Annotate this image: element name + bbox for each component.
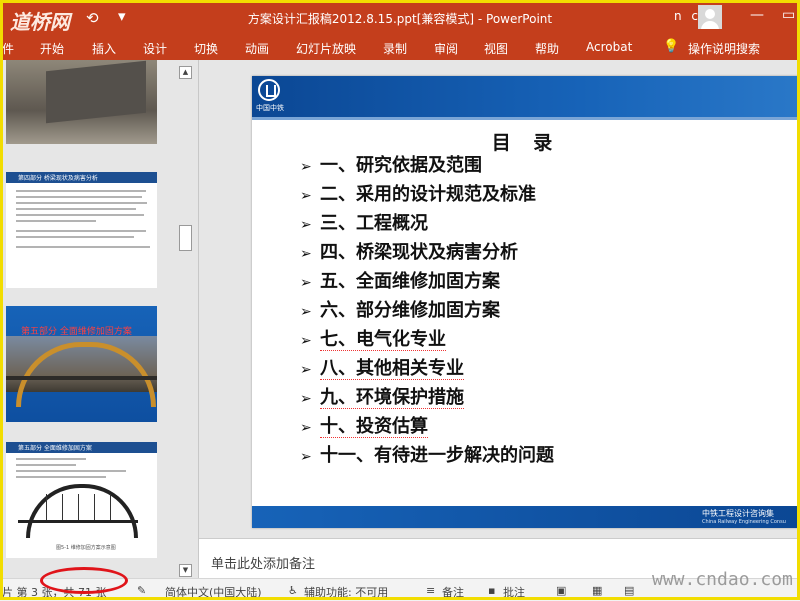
toc-item[interactable]: ➢ 四、桥梁现状及病害分析 xyxy=(300,241,554,270)
current-slide[interactable]: 中国中铁 目 录 ➢ 一、研究依据及范围 ➢ 二、采用的设计规范及标准 ➢ 三、工程概… xyxy=(252,76,800,528)
notes-placeholder[interactable]: 单击此处添加备注 xyxy=(211,553,315,572)
tab-home[interactable]: 开始 xyxy=(40,40,64,57)
minimize-icon[interactable]: — xyxy=(750,7,764,23)
arrow-bullet-icon: ➢ xyxy=(300,304,312,320)
tell-me-search[interactable]: 操作说明搜索 xyxy=(688,40,760,57)
accessibility-status[interactable]: 辅助功能: 不可用 xyxy=(304,584,388,600)
toc-item[interactable]: ➢ 八、其他相关专业 xyxy=(300,357,554,386)
tab-acrobat[interactable]: Acrobat xyxy=(586,40,632,54)
slide-thumbnail[interactable]: 第四部分 桥梁现状及病害分析 xyxy=(6,172,157,288)
thumbnail-scrollbar[interactable]: ▲ ▼ xyxy=(177,64,195,578)
footer-company-en: China Railway Engineering Consu xyxy=(702,519,786,525)
toc-item[interactable]: ➢ 六、部分维修加固方案 xyxy=(300,299,554,328)
normal-view-icon[interactable]: ▣ xyxy=(556,584,566,597)
slide-thumbnail-pane[interactable]: 第四部分 桥梁现状及病害分析 第五部分 全面维修加固方案 第五部分 全面维修加固… xyxy=(0,60,175,578)
tab-transitions[interactable]: 切换 xyxy=(194,40,218,57)
arrow-bullet-icon: ➢ xyxy=(300,217,312,233)
lightbulb-icon: 💡 xyxy=(663,39,680,54)
arrow-bullet-icon: ➢ xyxy=(300,275,312,291)
toc-item[interactable]: ➢ 五、全面维修加固方案 xyxy=(300,270,554,299)
slide-thumbnail[interactable] xyxy=(6,60,157,144)
slide-title[interactable]: 目 录 xyxy=(252,128,800,155)
toc-item[interactable]: ➢ 七、电气化专业 xyxy=(300,328,554,357)
crec-logo-icon xyxy=(258,79,280,101)
tab-record[interactable]: 录制 xyxy=(383,40,407,57)
toc-item[interactable]: ➢ 十、投资估算 xyxy=(300,415,554,444)
title-bar: 道桥网 ⟲ ▾ 方案设计汇报稿2012.8.15.ppt[兼容模式] - Pow… xyxy=(0,0,800,36)
comments-icon[interactable]: ▪ xyxy=(488,584,495,597)
footer-company-cn: 中铁工程设计咨询集 xyxy=(702,509,774,518)
slide-header-band xyxy=(252,76,800,117)
arrow-bullet-icon: ➢ xyxy=(300,159,312,175)
red-highlight-circle xyxy=(40,567,128,594)
scroll-down-button[interactable]: ▼ xyxy=(179,564,192,577)
toc-item[interactable]: ➢ 三、工程概况 xyxy=(300,212,554,241)
spelling-icon[interactable]: ✎ xyxy=(137,584,146,597)
tab-insert[interactable]: 插入 xyxy=(92,40,116,57)
toc-item[interactable]: ➢ 九、环境保护措施 xyxy=(300,386,554,415)
tab-file[interactable]: 件 xyxy=(2,40,14,57)
tab-design[interactable]: 设计 xyxy=(143,40,167,57)
toc-item[interactable]: ➢ 一、研究依据及范围 xyxy=(300,154,554,183)
user-name[interactable]: n c xyxy=(674,9,701,23)
ribbon-tabs: 件 开始 插入 设计 切换 动画 幻灯片放映 录制 审阅 视图 帮助 Acrob… xyxy=(0,36,800,60)
accessibility-icon[interactable]: ♿ xyxy=(288,584,298,597)
arrow-bullet-icon: ➢ xyxy=(300,333,312,349)
comments-button[interactable]: 批注 xyxy=(503,584,525,600)
arrow-bullet-icon: ➢ xyxy=(300,188,312,204)
thumb-caption: 图5-1 维修加固方案示意图 xyxy=(56,545,116,551)
tab-help[interactable]: 帮助 xyxy=(535,40,559,57)
arrow-bullet-icon: ➢ xyxy=(300,391,312,407)
toc-item[interactable]: ➢ 二、采用的设计规范及标准 xyxy=(300,183,554,212)
toc-list[interactable]: ➢ 一、研究依据及范围 ➢ 二、采用的设计规范及标准 ➢ 三、工程概况 ➢ 四、桥梁现状… xyxy=(300,154,554,473)
avatar[interactable] xyxy=(698,5,722,29)
tab-animations[interactable]: 动画 xyxy=(245,40,269,57)
slide-sorter-icon[interactable]: ▦ xyxy=(592,584,602,597)
arrow-bullet-icon: ➢ xyxy=(300,246,312,262)
tab-review[interactable]: 审阅 xyxy=(434,40,458,57)
toc-item[interactable]: ➢ 十一、有待进一步解决的问题 xyxy=(300,444,554,473)
arrow-bullet-icon: ➢ xyxy=(300,420,312,436)
slide-thumbnail[interactable]: 第五部分 全面维修加固方案 xyxy=(6,306,157,422)
scroll-up-button[interactable]: ▲ xyxy=(179,66,192,79)
tab-slideshow[interactable]: 幻灯片放映 xyxy=(296,40,356,57)
tab-view[interactable]: 视图 xyxy=(484,40,508,57)
thumb-header: 第四部分 桥梁现状及病害分析 xyxy=(18,175,98,182)
slide-thumbnail[interactable]: 第五部分 全面维修加固方案 图5-1 维修加固方案示意图 xyxy=(6,442,157,558)
notes-icon[interactable]: ≡ xyxy=(426,584,435,597)
site-watermark: www.cndao.com xyxy=(652,569,793,590)
thumb-header: 第五部分 全面维修加固方案 xyxy=(18,445,92,452)
language-status[interactable]: 简体中文(中国大陆) xyxy=(165,584,262,600)
scrollbar-thumb[interactable] xyxy=(179,225,192,251)
arrow-bullet-icon: ➢ xyxy=(300,362,312,378)
company-logo-text: 中国中铁 xyxy=(256,104,284,112)
arrow-bullet-icon: ➢ xyxy=(300,449,312,465)
ribbon-display-icon[interactable]: ▭ xyxy=(782,7,795,23)
notes-button[interactable]: 备注 xyxy=(442,584,464,600)
reading-view-icon[interactable]: ▤ xyxy=(624,584,634,597)
